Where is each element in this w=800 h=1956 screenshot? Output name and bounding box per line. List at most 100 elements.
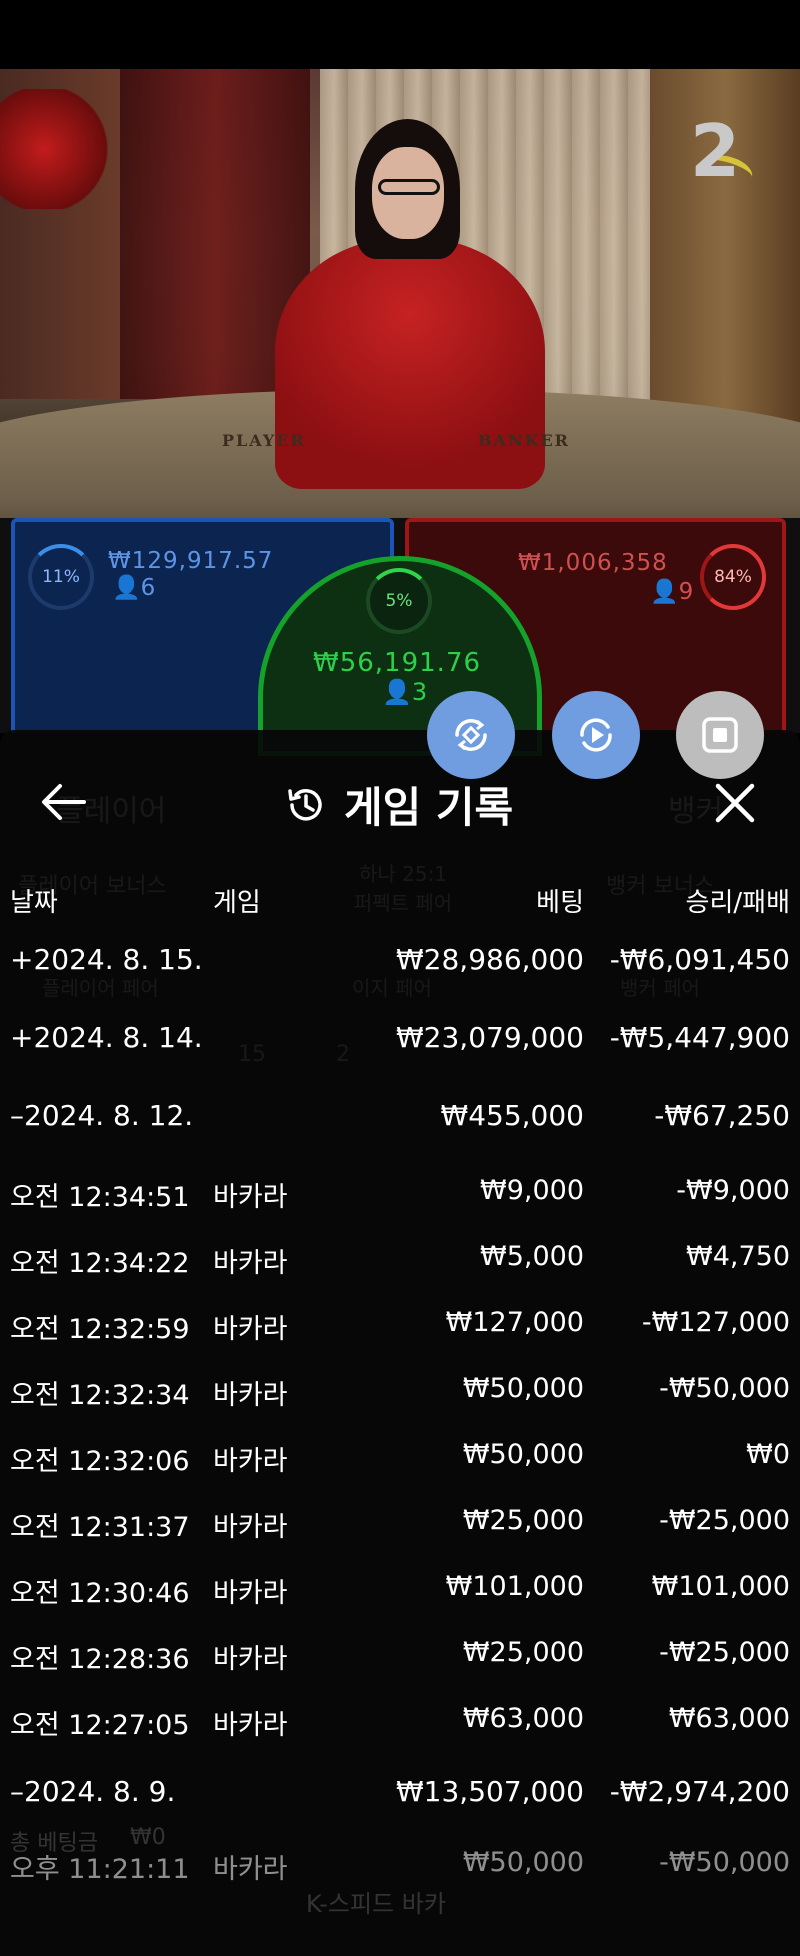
row-winloss: ₩4,750	[686, 1241, 790, 1272]
stop-icon	[702, 717, 738, 753]
person-icon: 👤	[650, 579, 679, 605]
row-game: 바카라	[213, 1644, 288, 1675]
row-winloss: -₩9,000	[676, 1175, 790, 1206]
row-winloss: ₩0	[746, 1439, 790, 1470]
row-winloss: -₩127,000	[641, 1307, 790, 1338]
date-group-row[interactable]: –2024. 8. 12. ₩455,000 -₩67,250	[0, 1099, 800, 1159]
row-date: +2024. 8. 15.	[10, 943, 203, 976]
tie-total-amount: ₩56,191.76	[313, 648, 482, 678]
date-group-row[interactable]: +2024. 8. 15. ₩28,986,000 -₩6,091,450	[0, 943, 800, 1003]
table-row[interactable]: 오전 12:32:34 바카라 ₩50,000 -₩50,000	[0, 1373, 800, 1433]
row-bet: ₩9,000	[480, 1175, 584, 1206]
live-video: PLAYER BANKER 2	[0, 69, 800, 539]
row-date: 오전 12:32:59	[10, 1314, 190, 1345]
row-winloss: -₩25,000	[659, 1637, 790, 1668]
row-bet: ₩127,000	[445, 1307, 584, 1338]
date-group-row[interactable]: +2024. 8. 14. ₩23,079,000 -₩5,447,900	[0, 1021, 800, 1081]
row-date: –2024. 8. 12.	[10, 1099, 194, 1132]
rebet-button[interactable]	[427, 691, 515, 779]
game-history-panel: 플레이어 뱅커 플레이어 보너스 하나 25:1 퍼펙트 페어 뱅커 보너스 플…	[0, 730, 800, 1956]
banker-percent: 84%	[714, 567, 752, 587]
player-percent: 11%	[42, 567, 80, 587]
table-row[interactable]: 오전 12:34:22 바카라 ₩5,000 ₩4,750	[0, 1241, 800, 1301]
rebet-icon	[455, 719, 487, 751]
row-winloss: -₩2,974,200	[609, 1775, 790, 1808]
tie-bettor-count: 👤3	[382, 678, 428, 706]
row-winloss: -₩6,091,450	[609, 943, 790, 976]
close-button[interactable]	[712, 780, 758, 826]
table-row[interactable]: 오전 12:32:06 바카라 ₩50,000 ₩0	[0, 1439, 800, 1499]
banker-total-amount: ₩1,006,358	[518, 550, 668, 576]
table-row[interactable]: 오전 12:34:51 바카라 ₩9,000 -₩9,000	[0, 1175, 800, 1235]
row-winloss: ₩63,000	[668, 1703, 790, 1734]
row-date: 오전 12:31:37	[10, 1512, 190, 1543]
table-label-player: PLAYER	[222, 431, 306, 450]
table-row[interactable]: 오전 12:27:05 바카라 ₩63,000 ₩63,000	[0, 1703, 800, 1763]
column-header-bet: 베팅	[536, 888, 584, 918]
row-bet: ₩13,507,000	[395, 1775, 584, 1808]
row-winloss: ₩101,000	[651, 1571, 790, 1602]
table-label-banker: BANKER	[478, 431, 570, 450]
row-date: 오전 12:32:06	[10, 1446, 190, 1477]
row-date: 오전 12:28:36	[10, 1644, 190, 1675]
row-game: 바카라	[213, 1710, 288, 1741]
column-header-date: 날짜	[10, 888, 58, 918]
row-game: 바카라	[213, 1854, 288, 1885]
row-winloss: -₩5,447,900	[609, 1021, 790, 1054]
row-winloss: -₩67,250	[654, 1099, 790, 1132]
row-game: 바카라	[213, 1446, 288, 1477]
stop-button[interactable]	[676, 691, 764, 779]
row-game: 바카라	[213, 1248, 288, 1279]
row-game: 바카라	[213, 1578, 288, 1609]
column-header-winloss: 승리/패배	[685, 888, 790, 918]
row-game: 바카라	[213, 1380, 288, 1411]
panel-title-group: 게임 기록	[284, 774, 513, 835]
row-bet: ₩25,000	[462, 1637, 584, 1668]
row-bet: ₩28,986,000	[395, 943, 584, 976]
row-date: 오전 12:27:05	[10, 1710, 190, 1741]
row-bet: ₩101,000	[445, 1571, 584, 1602]
betting-area: 11% ₩129,917.57 👤6 5% ₩56,191.76 👤3 ₩1,0…	[0, 518, 800, 756]
date-group-row[interactable]: –2024. 8. 9. ₩13,507,000 -₩2,974,200	[0, 1775, 800, 1835]
table-row[interactable]: 오전 12:32:59 바카라 ₩127,000 -₩127,000	[0, 1307, 800, 1367]
tie-percent: 5%	[385, 591, 413, 611]
row-game: 바카라	[213, 1314, 288, 1345]
replay-button[interactable]	[552, 691, 640, 779]
row-bet: ₩63,000	[462, 1703, 584, 1734]
row-date: –2024. 8. 9.	[10, 1775, 176, 1808]
row-date: +2024. 8. 14.	[10, 1021, 203, 1054]
row-bet: ₩5,000	[480, 1241, 584, 1272]
row-bet: ₩50,000	[462, 1439, 584, 1470]
player-total-amount: ₩129,917.57	[108, 548, 274, 574]
table-row[interactable]: 오전 12:28:36 바카라 ₩25,000 -₩25,000	[0, 1637, 800, 1697]
row-winloss: -₩25,000	[659, 1505, 790, 1536]
table-row[interactable]: 오후 11:21:11 바카라 ₩50,000 -₩50,000	[0, 1847, 800, 1907]
row-date: 오전 12:32:34	[10, 1380, 190, 1411]
row-winloss: -₩50,000	[659, 1847, 790, 1878]
arrow-left-icon	[42, 784, 86, 820]
panel-title: 게임 기록	[344, 783, 514, 832]
row-date: 오전 12:34:22	[10, 1248, 190, 1279]
banker-percent-ring: 84%	[700, 544, 766, 610]
row-date: 오전 12:30:46	[10, 1578, 190, 1609]
history-icon	[288, 788, 322, 821]
row-bet: ₩25,000	[462, 1505, 584, 1536]
column-header-game: 게임	[213, 888, 261, 918]
tie-percent-ring: 5%	[366, 568, 432, 634]
table-row[interactable]: 오전 12:30:46 바카라 ₩101,000 ₩101,000	[0, 1571, 800, 1631]
row-bet: ₩455,000	[440, 1099, 584, 1132]
replay-icon	[580, 718, 612, 752]
row-date: 오전 12:34:51	[10, 1182, 190, 1213]
close-icon	[715, 783, 755, 823]
row-winloss: -₩50,000	[659, 1373, 790, 1404]
back-button[interactable]	[40, 782, 86, 822]
row-bet: ₩50,000	[462, 1847, 584, 1878]
round-counter: 2	[690, 109, 741, 193]
person-icon: 👤	[382, 678, 412, 706]
row-game: 바카라	[213, 1182, 288, 1213]
player-bettor-count: 👤6	[112, 575, 156, 601]
table-row[interactable]: 오전 12:31:37 바카라 ₩25,000 -₩25,000	[0, 1505, 800, 1565]
banker-bettor-count: 👤9	[650, 579, 694, 605]
background-person	[0, 89, 110, 209]
person-icon: 👤	[112, 575, 141, 601]
